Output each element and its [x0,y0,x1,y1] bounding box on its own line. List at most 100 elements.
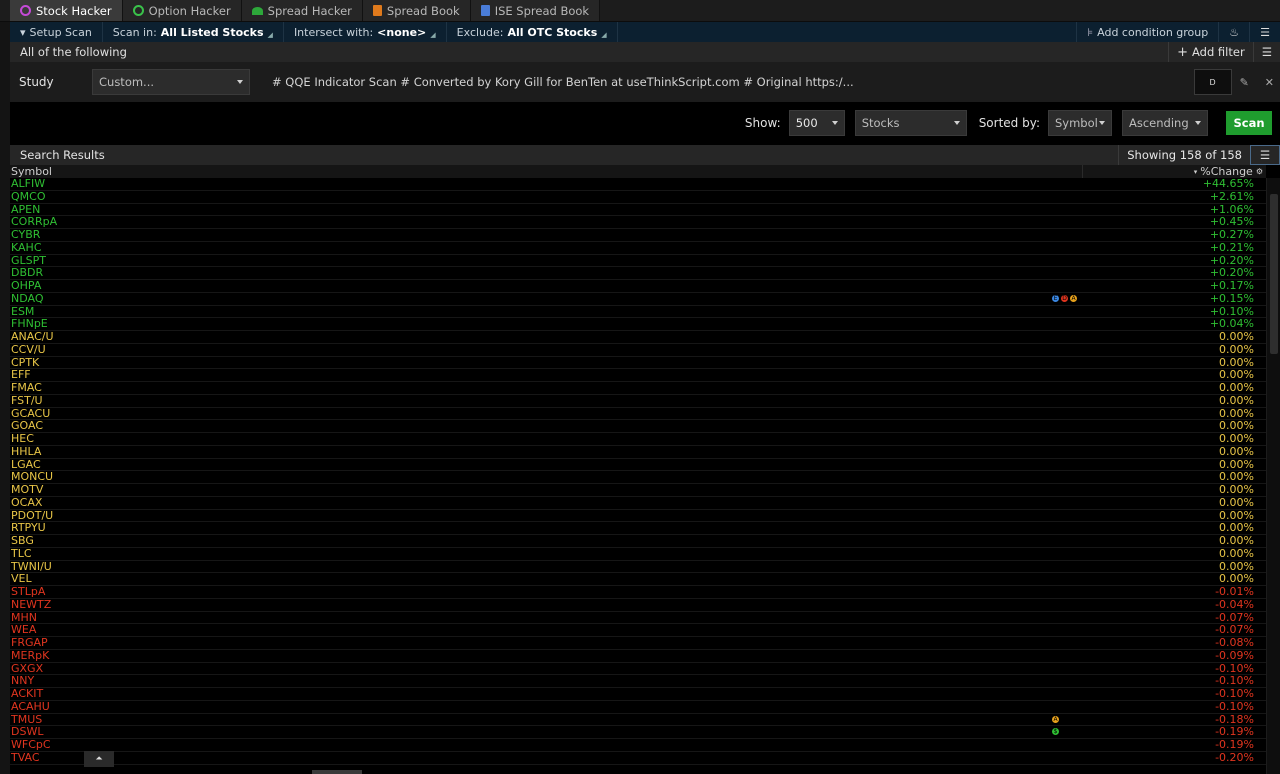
column-symbol[interactable]: Symbol [10,165,52,178]
table-row[interactable]: FRGAP -0.08% [10,636,1266,650]
row-symbol: TLC [11,546,32,560]
table-row[interactable]: EFF 0.00% [10,368,1266,382]
scan-button[interactable]: Scan [1226,111,1272,135]
table-row[interactable]: NNY -0.10% [10,674,1266,688]
filter-group-header: All of the following + Add filter ☰ [10,42,1280,62]
table-row[interactable]: GCACU 0.00% [10,407,1266,421]
table-row[interactable]: CCV/U 0.00% [10,342,1266,357]
table-row[interactable]: WFCpC -0.19% [10,738,1266,752]
table-row[interactable]: MHN -0.07% [10,611,1266,625]
tab-spread-book[interactable]: Spread Book [362,0,471,21]
scrollbar-thumb[interactable] [1270,194,1278,354]
flame-button[interactable]: ♨ [1218,22,1249,42]
table-row[interactable]: GXGX -0.10% [10,662,1266,676]
add-condition-group-label: Add condition group [1097,25,1209,39]
corner-caret-icon: ◢ [267,31,273,39]
aggregation-selector[interactable]: D [1193,69,1232,95]
table-row[interactable]: KAHC +0.21% [10,240,1266,255]
table-row[interactable]: DBDR +0.20% [10,266,1266,280]
scan-in-selector[interactable]: Scan in: All Listed Stocks ◢ [103,22,284,42]
table-row[interactable]: FST/U 0.00% [10,394,1266,408]
table-row[interactable]: HEC 0.00% [10,432,1266,446]
edit-pencil-icon[interactable]: ✎ [1240,76,1249,89]
table-row[interactable]: TMUS A -0.18% [10,713,1266,727]
table-row[interactable]: NEWTZ -0.04% [10,597,1266,612]
row-change: -0.04% [1215,597,1254,611]
event-badge-icon[interactable]: A [1069,293,1078,303]
table-row[interactable]: MERpK -0.09% [10,648,1266,663]
close-icon[interactable]: ✕ [1265,76,1274,89]
table-row[interactable]: DSWL $ -0.19% [10,725,1266,739]
vertical-scrollbar[interactable] [1266,178,1280,774]
results-menu-button[interactable]: ☰ [1250,145,1280,165]
row-change: +0.21% [1209,240,1254,254]
table-row[interactable]: TWNI/U 0.00% [10,560,1266,574]
tab-spread-hacker[interactable]: Spread Hacker [241,0,363,21]
table-row[interactable]: RTPYU 0.00% [10,521,1266,535]
study-dropdown[interactable]: Custom... [92,69,250,95]
all-following-label: All of the following [20,45,127,59]
gear-icon[interactable]: ⚙ [1256,167,1263,176]
table-row[interactable]: APEN +1.06% [10,203,1266,217]
show-count-dropdown[interactable]: 500 [788,110,845,136]
study-filter-row: Study Custom... # QQE Indicator Scan # C… [10,62,1280,102]
intersect-selector[interactable]: Intersect with: <none> ◢ [284,22,447,42]
table-row[interactable]: CORRpA +0.45% [10,215,1266,229]
table-row[interactable]: GLSPT +0.20% [10,254,1266,268]
event-badge-icon[interactable]: E [1051,293,1060,303]
setup-menu-button[interactable]: ☰ [1249,22,1280,42]
tab-stock-hacker[interactable]: Stock Hacker [10,0,123,21]
table-row[interactable]: FMAC 0.00% [10,381,1266,395]
row-change: -0.09% [1215,648,1254,662]
table-row[interactable]: FHNpE +0.04% [10,317,1266,331]
event-badge-icon[interactable]: $ [1051,727,1060,737]
column-change[interactable]: ▾ %Change ⚙ [1194,165,1266,178]
condition-group-icon: ⊧ [1087,25,1094,39]
table-row[interactable]: QMCO +2.61% [10,190,1266,204]
table-row[interactable]: LGAC 0.00% [10,458,1266,472]
table-row[interactable]: CYBR +0.27% [10,228,1266,242]
tab-ise-spread-book[interactable]: ISE Spread Book [470,0,601,21]
table-row[interactable]: ANAC/U 0.00% [10,330,1266,344]
menu-icon: ☰ [1260,25,1270,39]
study-formula-text[interactable]: # QQE Indicator Scan # Converted by Kory… [272,75,854,89]
sort-order-dropdown[interactable]: Ascending [1122,110,1208,136]
table-row[interactable]: CPTK 0.00% [10,356,1266,370]
tab-option-hacker[interactable]: Option Hacker [122,0,242,21]
table-row[interactable]: HHLA 0.00% [10,445,1266,459]
row-change: 0.00% [1219,381,1254,394]
table-row[interactable]: GOAC 0.00% [10,419,1266,433]
add-condition-group-button[interactable]: ⊧ Add condition group [1076,22,1218,42]
table-row[interactable]: OHPA +0.17% [10,279,1266,293]
row-symbol: OHPA [11,279,42,292]
table-row[interactable]: STLpA -0.01% [10,585,1266,599]
type-dropdown[interactable]: Stocks [854,110,967,136]
exclude-selector[interactable]: Exclude: All OTC Stocks ◢ [447,22,618,42]
column-change-label: %Change [1200,165,1253,178]
table-row[interactable]: PDOT/U 0.00% [10,509,1266,523]
row-change: 0.00% [1219,546,1254,560]
row-symbol: CCV/U [11,342,46,356]
table-row[interactable]: MOTV 0.00% [10,483,1266,497]
event-badge-icon[interactable]: A [1051,714,1060,724]
table-row[interactable]: WEA -0.07% [10,623,1266,637]
table-row[interactable]: TVAC -0.20% [10,751,1266,765]
table-row[interactable]: TLC 0.00% [10,546,1266,561]
table-row[interactable]: ACAHU -0.10% [10,700,1266,714]
table-row[interactable]: OCAX 0.00% [10,496,1266,510]
event-badge-icon[interactable]: D [1060,293,1069,303]
setup-scan-button[interactable]: ▾ Setup Scan [10,22,103,42]
table-row[interactable]: NDAQ E D A +0.15% [10,292,1266,306]
table-row[interactable]: SBG 0.00% [10,534,1266,548]
scroll-top-button[interactable]: ⏶ [84,751,114,767]
horizontal-scrollbar-thumb[interactable] [312,770,362,774]
table-row[interactable]: VEL 0.00% [10,572,1266,586]
add-filter-button[interactable]: + Add filter [1168,42,1253,62]
filter-menu-button[interactable]: ☰ [1252,42,1280,62]
table-row[interactable]: ACKIT -0.10% [10,687,1266,701]
sort-field-dropdown[interactable]: Symbol [1048,110,1112,136]
table-row[interactable]: ALFIW +44.65% [10,178,1266,191]
table-row[interactable]: MONCU 0.00% [10,470,1266,484]
table-row[interactable]: ESM +0.10% [10,305,1266,319]
setup-scan-label: Setup Scan [29,25,92,39]
